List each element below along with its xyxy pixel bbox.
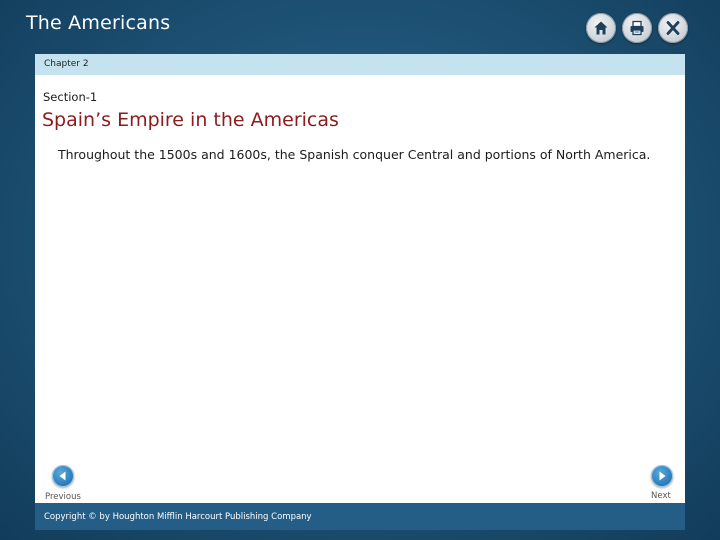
- previous-label[interactable]: Previous: [45, 492, 81, 502]
- home-icon: [594, 21, 608, 35]
- body-text: Throughout the 1500s and 1600s, the Span…: [58, 147, 651, 162]
- chapter-bar: Chapter 2: [35, 54, 685, 75]
- chapter-label: Chapter 2: [44, 59, 89, 69]
- section-label: Section-1: [43, 90, 98, 104]
- page-title: Spain’s Empire in the Americas: [42, 109, 339, 131]
- arrow-right-icon: [659, 471, 666, 481]
- print-icon: [630, 20, 644, 36]
- footer-bar: Copyright © by Houghton Mifflin Harcourt…: [35, 503, 685, 530]
- home-button[interactable]: [586, 13, 616, 43]
- next-button[interactable]: [651, 465, 673, 487]
- app-title: The Americans: [26, 12, 171, 34]
- arrow-left-icon: [59, 471, 66, 481]
- top-toolbar: [586, 13, 688, 43]
- content-panel: Chapter 2 Section-1 Spain’s Empire in th…: [35, 54, 685, 530]
- print-button[interactable]: [622, 13, 652, 43]
- next-label[interactable]: Next: [651, 491, 671, 501]
- copyright-text: Copyright © by Houghton Mifflin Harcourt…: [44, 512, 312, 522]
- close-button[interactable]: [658, 13, 688, 43]
- previous-button[interactable]: [52, 465, 74, 487]
- close-icon: [666, 21, 680, 35]
